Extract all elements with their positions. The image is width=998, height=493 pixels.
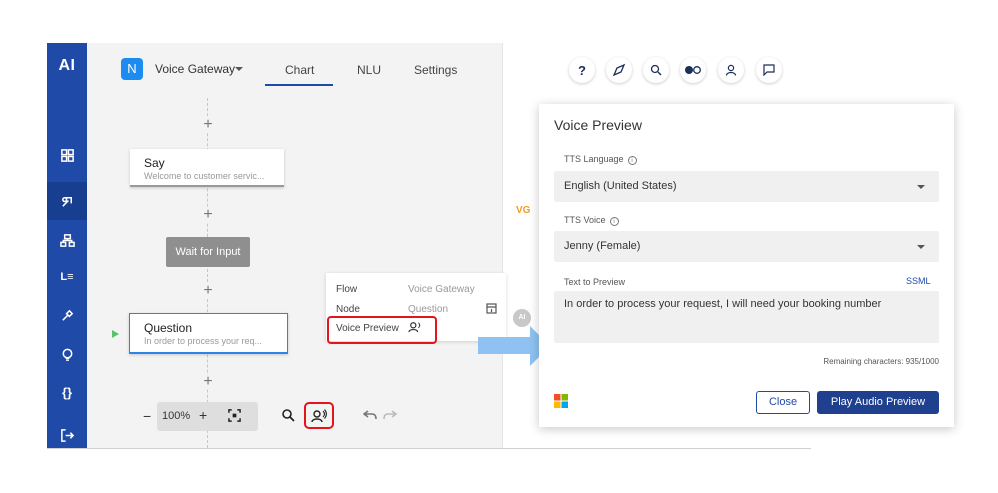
- fit-screen-icon[interactable]: [228, 409, 241, 422]
- tab-settings[interactable]: Settings: [414, 63, 457, 77]
- info-node-value: Question: [408, 304, 449, 315]
- tts-voice-select[interactable]: Jenny (Female): [554, 231, 939, 262]
- sidebar-item-lexicon[interactable]: L≡: [47, 258, 87, 296]
- chevron-down-icon: [917, 245, 925, 249]
- add-node-button[interactable]: +: [201, 283, 215, 299]
- play-audio-preview-button[interactable]: Play Audio Preview: [817, 391, 939, 414]
- app-logo: AI: [58, 57, 76, 74]
- add-node-button[interactable]: +: [201, 374, 215, 390]
- vg-label: VG: [516, 205, 531, 216]
- chevron-down-icon: [917, 185, 925, 189]
- undo-icon[interactable]: [363, 409, 377, 421]
- sidebar-item-logout[interactable]: [47, 416, 87, 448]
- remaining-characters: Remaining characters: 935/1000: [823, 357, 939, 366]
- open-node-icon[interactable]: [486, 303, 497, 314]
- info-flow-label: Flow: [336, 284, 358, 295]
- tts-voice-value: Jenny (Female): [564, 240, 641, 252]
- info-flow-value: Voice Gateway: [408, 284, 475, 295]
- code-braces-icon: {}: [61, 384, 73, 400]
- play-icon: [112, 330, 119, 338]
- flow-icon: [61, 196, 72, 207]
- say-node-title: Say: [144, 156, 165, 170]
- info-icon: i: [609, 217, 619, 226]
- tts-voice-label: TTS Voice i: [564, 215, 619, 226]
- question-node[interactable]: Question In order to process your req...: [129, 313, 288, 354]
- add-node-button[interactable]: +: [201, 207, 215, 223]
- callout-arrow: [478, 337, 530, 354]
- logout-icon: [60, 428, 74, 442]
- text-to-preview-input[interactable]: In order to process your request, I will…: [554, 291, 939, 343]
- question-node-title: Question: [144, 321, 193, 335]
- ai-badge: AI: [513, 309, 531, 327]
- lightbulb-icon: [62, 348, 72, 361]
- sidebar-item-code[interactable]: {}: [47, 373, 87, 411]
- sidebar-item-flows[interactable]: [47, 182, 87, 220]
- top-bar: N Voice Gateway Chart NLU Settings: [87, 43, 502, 98]
- search-icon[interactable]: [643, 57, 669, 83]
- sidebar-item-tools[interactable]: [47, 296, 87, 334]
- close-button[interactable]: Close: [756, 391, 810, 414]
- active-tab-indicator: [265, 84, 333, 86]
- tts-language-label-text: TTS Language: [564, 154, 624, 164]
- text-to-preview-value: In order to process your request, I will…: [564, 298, 882, 310]
- chevron-down-icon[interactable]: [235, 67, 243, 71]
- sidebar-item-dashboard[interactable]: [47, 136, 87, 174]
- sidebar: AI L≡ {}: [47, 43, 87, 448]
- zoom-level: 100%: [162, 410, 191, 422]
- tools-icon: [61, 309, 73, 321]
- tab-chart[interactable]: Chart: [285, 63, 314, 77]
- list-icon: L≡: [60, 271, 74, 283]
- zoom-in-button[interactable]: +: [199, 407, 207, 423]
- say-node[interactable]: Say Welcome to customer servic...: [130, 149, 284, 187]
- ssml-link[interactable]: SSML: [906, 276, 931, 286]
- info-node-label: Node: [336, 304, 360, 315]
- sidebar-item-ideas[interactable]: [47, 335, 87, 373]
- tts-language-value: English (United States): [564, 180, 677, 192]
- microsoft-logo-icon: [554, 394, 568, 408]
- toggle-icon[interactable]: [680, 57, 706, 83]
- user-icon[interactable]: [718, 57, 744, 83]
- say-node-subtitle: Welcome to customer servic...: [144, 171, 265, 181]
- voice-preview-button[interactable]: [304, 402, 334, 429]
- wait-for-input-node[interactable]: Wait for Input: [166, 237, 250, 267]
- chat-icon[interactable]: [756, 57, 782, 83]
- info-icon: i: [627, 156, 637, 165]
- add-node-button[interactable]: +: [201, 117, 215, 133]
- voice-preview-highlight: [327, 316, 437, 344]
- help-icon[interactable]: ?: [569, 57, 595, 83]
- redo-icon[interactable]: [383, 409, 397, 421]
- sidebar-item-structure[interactable]: [47, 221, 87, 259]
- search-icon[interactable]: [281, 408, 295, 422]
- question-node-subtitle: In order to process your req...: [144, 336, 263, 346]
- text-to-preview-label: Text to Preview: [564, 277, 626, 287]
- org-chart-icon: [59, 233, 75, 247]
- tts-voice-label-text: TTS Voice: [564, 215, 606, 225]
- project-selector[interactable]: Voice Gateway: [155, 62, 235, 76]
- project-avatar: N: [121, 58, 143, 80]
- compass-icon[interactable]: [606, 57, 632, 83]
- tab-nlu[interactable]: NLU: [357, 63, 381, 77]
- voice-preview-dialog: Voice Preview TTS Language i English (Uni…: [539, 104, 954, 427]
- zoom-out-button[interactable]: −: [143, 408, 151, 424]
- tts-language-select[interactable]: English (United States): [554, 171, 939, 202]
- voice-preview-icon: [311, 408, 327, 422]
- dialog-title: Voice Preview: [554, 117, 642, 133]
- tts-language-label: TTS Language i: [564, 154, 637, 165]
- grid-icon: [60, 148, 74, 162]
